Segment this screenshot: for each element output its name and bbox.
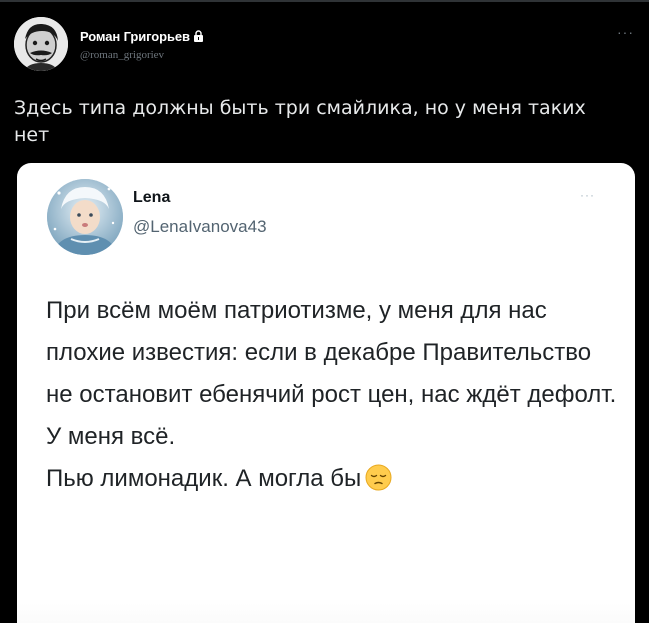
top-divider [0,0,649,2]
quoted-tweet-card[interactable]: Lena @LenaIvanova43 ··· При всём моём па… [17,163,635,623]
lock-icon [193,30,204,45]
author-handle[interactable]: @roman_grigoriev [80,49,164,61]
author-name-text: Роман Григорьев [80,29,190,44]
avatar-snow-maiden-icon [47,179,123,255]
quoted-paragraph-last: Пью лимонадик. А могла бы [46,458,621,505]
pensive-face-icon [365,463,392,505]
author-name[interactable]: Роман Григорьев [80,29,204,45]
tweet-screenshot: Роман Григорьев @roman_grigoriev ··· Зде… [0,0,649,623]
card-bottom-fade [17,603,635,623]
quoted-tweet-text: При всём моём патриотизме, у меня для на… [46,290,621,505]
avatar-portrait-icon [14,17,68,71]
quoted-author-handle[interactable]: @LenaIvanova43 [133,217,267,237]
quoted-line-text: Пью лимонадик. А могла бы [46,465,362,492]
quoted-author-avatar[interactable] [47,179,123,255]
more-options-button[interactable]: ··· [617,24,634,40]
quoted-more-options-button[interactable]: ··· [580,188,595,202]
quoted-paragraph: У меня всё. [46,423,176,450]
quoted-paragraph: При всём моём патриотизме, у меня для на… [46,297,617,408]
author-avatar[interactable] [14,17,68,71]
quoted-author-name[interactable]: Lena [133,189,170,207]
tweet-text: Здесь типа должны быть три смайлика, но … [14,97,586,146]
